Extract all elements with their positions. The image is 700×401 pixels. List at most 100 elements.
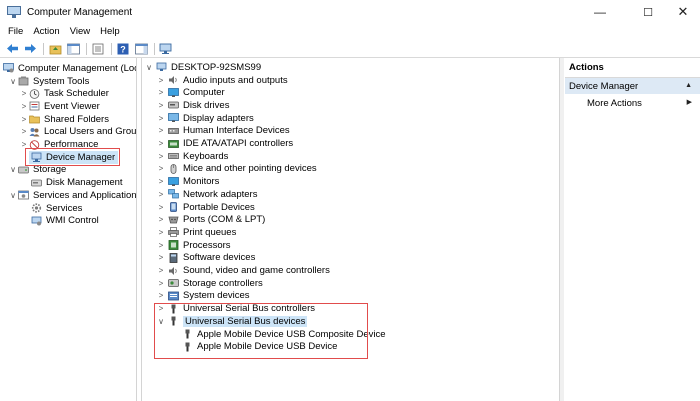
scan-hardware-icon [159, 43, 172, 54]
expander-collapsed[interactable]: > [156, 215, 166, 224]
device-category-disk-drives[interactable]: > Disk drives [156, 99, 230, 112]
device-category-display-adapters[interactable]: > Display adapters [156, 112, 254, 125]
properties-button[interactable] [91, 42, 105, 55]
expander-collapsed[interactable]: > [156, 177, 166, 186]
menu-action[interactable]: Action [28, 24, 64, 40]
menu-help[interactable]: Help [95, 24, 125, 40]
device-category-ports[interactable]: > Ports (COM & LPT) [156, 213, 266, 226]
expander-collapsed[interactable]: > [156, 88, 166, 97]
device-category-label: Audio inputs and outputs [183, 74, 288, 86]
software-device-icon [168, 252, 179, 263]
actions-pane: Actions Device Manager ▲ More Actions ▶ [565, 58, 700, 401]
expander-collapsed[interactable]: > [156, 152, 166, 161]
collapse-up-icon[interactable]: ▲ [685, 82, 692, 89]
device-category-label: Sound, video and game controllers [183, 265, 330, 277]
menu-file[interactable]: File [0, 24, 28, 40]
expander-expanded[interactable]: ∨ [8, 77, 18, 86]
tree-item-disk-management[interactable]: Disk Management [29, 176, 123, 189]
device-category-hid[interactable]: > Human Interface Devices [156, 125, 290, 138]
close-button[interactable]: ✕ [666, 0, 700, 24]
tree-item-label: WMI Control [46, 215, 99, 227]
device-category-system-devices[interactable]: > System devices [156, 290, 250, 303]
help-icon: ? [117, 43, 129, 54]
expander-collapsed[interactable]: > [156, 253, 166, 262]
expander-collapsed[interactable]: > [156, 164, 166, 173]
expander-collapsed[interactable]: > [156, 266, 166, 275]
portable-device-icon [168, 202, 179, 212]
device-category-print-queues[interactable]: > Print queues [156, 226, 237, 239]
device-tree-scrollbar[interactable] [560, 58, 564, 401]
actions-section-label: Device Manager [569, 80, 639, 92]
expander-collapsed[interactable]: > [156, 203, 166, 212]
up-level-button[interactable] [48, 42, 62, 55]
device-category-portable[interactable]: > Portable Devices [156, 201, 255, 214]
expander-collapsed[interactable]: > [156, 114, 166, 123]
device-category-monitors[interactable]: > Monitors [156, 175, 220, 188]
more-actions-item[interactable]: More Actions ▶ [565, 96, 700, 110]
expander-expanded[interactable]: ∨ [8, 191, 18, 200]
tree-item-system-tools[interactable]: ∨ System Tools [8, 75, 89, 88]
monitor-icon [168, 87, 179, 98]
expander-collapsed[interactable]: > [156, 126, 166, 135]
toolbar-separator [86, 42, 87, 55]
device-category-software[interactable]: > Software devices [156, 252, 256, 265]
device-category-audio[interactable]: > Audio inputs and outputs [156, 74, 288, 87]
expander-collapsed[interactable]: > [19, 89, 29, 98]
tree-item-services-applications[interactable]: ∨ Services and Applications [8, 189, 137, 202]
maximize-button[interactable]: ☐ [631, 0, 665, 24]
device-category-label: Keyboards [183, 150, 229, 162]
toolbar-separator [154, 42, 155, 55]
clock-icon [29, 88, 40, 99]
speaker-icon [168, 266, 179, 276]
device-category-mice[interactable]: > Mice and other pointing devices [156, 163, 317, 176]
expander-collapsed[interactable]: > [156, 291, 166, 300]
device-category-label: System devices [183, 290, 250, 302]
expander-collapsed[interactable]: > [156, 190, 166, 199]
storage-controller-icon [168, 278, 179, 288]
actions-section-device-manager[interactable]: Device Manager ▲ [565, 78, 700, 94]
expander-collapsed[interactable]: > [156, 139, 166, 148]
forward-button[interactable] [23, 42, 37, 55]
display-adapter-icon [168, 113, 179, 123]
expander-expanded[interactable]: ∨ [144, 63, 154, 72]
device-category-label: Storage controllers [183, 277, 263, 289]
expander-collapsed[interactable]: > [19, 127, 29, 136]
show-hide-tree-button[interactable] [66, 42, 80, 55]
event-viewer-icon [29, 101, 40, 111]
expander-expanded[interactable]: ∨ [8, 165, 18, 174]
device-category-storage-controllers[interactable]: > Storage controllers [156, 277, 263, 290]
tree-item-shared-folders[interactable]: > Shared Folders [19, 113, 109, 126]
device-tree-root-label: DESKTOP-92SMS99 [171, 61, 262, 73]
expander-collapsed[interactable]: > [156, 228, 166, 237]
device-category-ide[interactable]: > IDE ATA/ATAPI controllers [156, 137, 294, 150]
console-tree-icon [66, 43, 80, 54]
device-category-network[interactable]: > Network adapters [156, 188, 258, 201]
show-hide-action-pane-button[interactable] [134, 42, 148, 55]
device-category-sound-video[interactable]: > Sound, video and game controllers [156, 264, 330, 277]
tree-item-services[interactable]: Services [29, 202, 82, 215]
tree-item-event-viewer[interactable]: > Event Viewer [19, 100, 100, 113]
back-button[interactable] [5, 42, 19, 55]
expander-collapsed[interactable]: > [156, 76, 166, 85]
help-button[interactable]: ? [116, 42, 130, 55]
tree-item-computer-management[interactable]: Computer Management (Local [3, 62, 136, 75]
window-title: Computer Management [27, 6, 133, 18]
expander-collapsed[interactable]: > [19, 115, 29, 124]
tree-item-task-scheduler[interactable]: > Task Scheduler [19, 87, 109, 100]
scan-hardware-button[interactable] [159, 42, 173, 55]
menu-view[interactable]: View [65, 24, 95, 40]
device-category-computer[interactable]: > Computer [156, 86, 225, 99]
device-category-keyboards[interactable]: > Keyboards [156, 150, 229, 163]
device-tree-root[interactable]: ∨ DESKTOP-92SMS99 [144, 61, 261, 74]
tree-item-local-users-groups[interactable]: > Local Users and Groups [19, 126, 136, 139]
expander-collapsed[interactable]: > [19, 102, 29, 111]
expander-collapsed[interactable]: > [156, 279, 166, 288]
tree-item-wmi-control[interactable]: WMI Control [29, 214, 99, 227]
minimize-button[interactable]: — [583, 0, 617, 24]
tree-item-label: Services and Applications [33, 189, 137, 201]
expander-collapsed[interactable]: > [156, 241, 166, 250]
expander-collapsed[interactable]: > [156, 101, 166, 110]
svg-text:?: ? [120, 44, 126, 54]
device-category-processors[interactable]: > Processors [156, 239, 231, 252]
folder-up-icon [49, 45, 61, 54]
